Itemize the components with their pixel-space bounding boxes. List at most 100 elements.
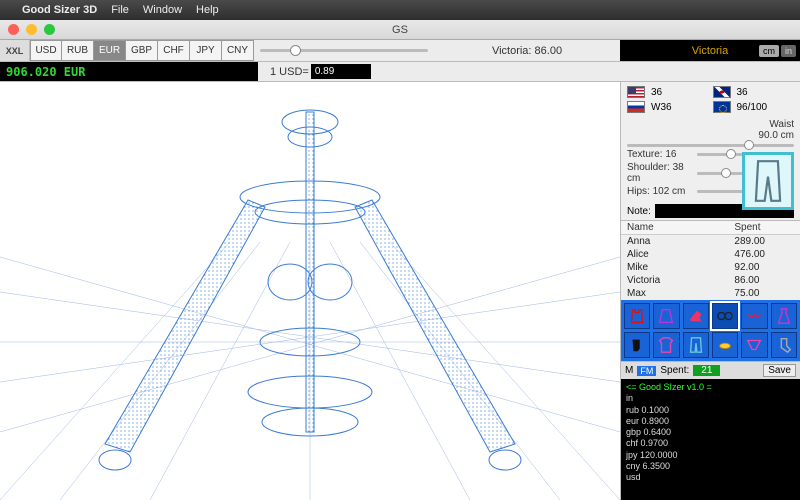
console-line: eur 0.8900	[626, 416, 795, 427]
currency-gbp[interactable]: GBP	[126, 40, 158, 61]
wireframe-model-icon	[0, 82, 620, 500]
menu-window[interactable]: Window	[143, 4, 182, 16]
item-tank[interactable]	[624, 303, 650, 329]
minimize-button[interactable]	[26, 24, 37, 35]
item-t-shirt[interactable]	[653, 332, 679, 358]
garment-preview	[742, 152, 794, 210]
console-line: chf 0.9700	[626, 438, 795, 449]
t-shirt-icon	[657, 336, 675, 354]
size-ru: W36	[651, 102, 709, 113]
waist-label: Waist	[769, 119, 794, 130]
flag-us-icon	[627, 86, 645, 98]
currency-eur[interactable]: EUR	[94, 40, 126, 61]
glasses-icon	[716, 307, 734, 325]
people-table: Name Spent Anna289.00Alice476.00Mike92.0…	[621, 220, 800, 300]
texture-value: 16	[665, 149, 676, 160]
skirt-icon	[657, 307, 675, 325]
item-grid	[621, 300, 800, 361]
flag-ru-icon	[627, 101, 645, 113]
currency-chf[interactable]: CHF	[158, 40, 190, 61]
console[interactable]: <= Good SIzer v1.0 = inrub 0.1000eur 0.8…	[621, 379, 800, 500]
menu-help[interactable]: Help	[196, 4, 219, 16]
right-panel: 36 36 W36 96/100 Waist 90.0 cm Texture: …	[620, 82, 800, 500]
gender-fm[interactable]: FM	[637, 366, 656, 376]
waist-value: 90.0 cm	[758, 130, 794, 141]
shoulder-label: Shoulder:	[627, 162, 670, 173]
pants-icon	[687, 336, 705, 354]
console-line: rub 0.1000	[626, 405, 795, 416]
table-row[interactable]: Max75.00	[621, 287, 800, 300]
status-text: Victoria: 86.00	[434, 40, 620, 61]
unit-cm[interactable]: cm	[759, 45, 779, 57]
console-line: gbp 0.6400	[626, 427, 795, 438]
item-socks[interactable]	[771, 332, 797, 358]
ring-icon	[716, 336, 734, 354]
currency-jpy[interactable]: JPY	[190, 40, 222, 61]
toolbar: XXL USD RUB EUR GBP CHF JPY CNY Victoria…	[0, 40, 800, 62]
item-briefs[interactable]	[741, 332, 767, 358]
hips-label: Hips:	[627, 186, 650, 197]
flag-eu-icon	[713, 101, 731, 113]
heel-icon	[687, 307, 705, 325]
currency-cny[interactable]: CNY	[222, 40, 254, 61]
texture-label: Texture:	[627, 149, 663, 160]
item-skirt[interactable]	[653, 303, 679, 329]
currency-usd[interactable]: USD	[30, 40, 62, 61]
unit-in[interactable]: in	[781, 45, 796, 57]
table-row[interactable]: Victoria86.00	[621, 274, 800, 287]
flag-uk-icon	[713, 86, 731, 98]
spent-label: Spent:	[660, 365, 689, 376]
item-glove[interactable]	[624, 332, 650, 358]
zoom-button[interactable]	[44, 24, 55, 35]
tank-icon	[628, 307, 646, 325]
item-glasses[interactable]	[712, 303, 738, 329]
gender-m[interactable]: M	[625, 365, 633, 376]
size-us: 36	[651, 87, 709, 98]
total-amount: 906.020 EUR	[0, 62, 258, 81]
hips-value: 102 cm	[653, 186, 686, 197]
table-row[interactable]: Anna289.00	[621, 235, 800, 248]
console-header: <= Good SIzer v1.0 =	[626, 382, 795, 393]
console-line: in	[626, 393, 795, 404]
briefs-icon	[745, 336, 763, 354]
col-name[interactable]: Name	[621, 221, 728, 234]
window-title: GS	[392, 24, 408, 36]
totals-bar: 906.020 EUR 1 USD= 0.89	[0, 62, 800, 82]
col-spent[interactable]: Spent	[728, 221, 800, 234]
save-button[interactable]: Save	[763, 364, 796, 377]
note-label: Note:	[627, 206, 651, 217]
console-line: cny 6.3500	[626, 461, 795, 472]
item-pants[interactable]	[683, 332, 709, 358]
item-bra[interactable]	[741, 303, 767, 329]
size-eu: 96/100	[737, 102, 795, 113]
app-menu[interactable]: Good Sizer 3D	[22, 4, 97, 16]
app-logo: XXL	[0, 40, 30, 61]
size-flags: 36 36 W36 96/100	[621, 82, 800, 117]
close-button[interactable]	[8, 24, 19, 35]
item-ring[interactable]	[712, 332, 738, 358]
console-line: usd	[626, 472, 795, 483]
3d-viewport[interactable]	[0, 82, 620, 500]
dress-icon	[775, 307, 793, 325]
table-row[interactable]: Alice476.00	[621, 248, 800, 261]
spent-bar: M FM Spent: 21 Save	[621, 361, 800, 379]
toolbar-slider[interactable]	[254, 40, 434, 61]
currency-rub[interactable]: RUB	[62, 40, 94, 61]
socks-icon	[775, 336, 793, 354]
item-heel[interactable]	[683, 303, 709, 329]
item-dress[interactable]	[771, 303, 797, 329]
rate-label: 1 USD=	[270, 66, 309, 78]
window-titlebar: GS	[0, 20, 800, 40]
menu-file[interactable]: File	[111, 4, 129, 16]
bra-icon	[745, 307, 763, 325]
rate-value[interactable]: 0.89	[311, 64, 371, 79]
profile-name-box: Victoria cm in	[620, 40, 800, 61]
table-row[interactable]: Mike92.00	[621, 261, 800, 274]
glove-icon	[628, 336, 646, 354]
console-line: jpy 120.0000	[626, 450, 795, 461]
menubar: Good Sizer 3D File Window Help	[0, 0, 800, 20]
size-uk: 36	[737, 87, 795, 98]
pants-icon	[751, 159, 785, 203]
spent-value: 21	[693, 365, 720, 376]
profile-name: Victoria	[692, 45, 728, 57]
